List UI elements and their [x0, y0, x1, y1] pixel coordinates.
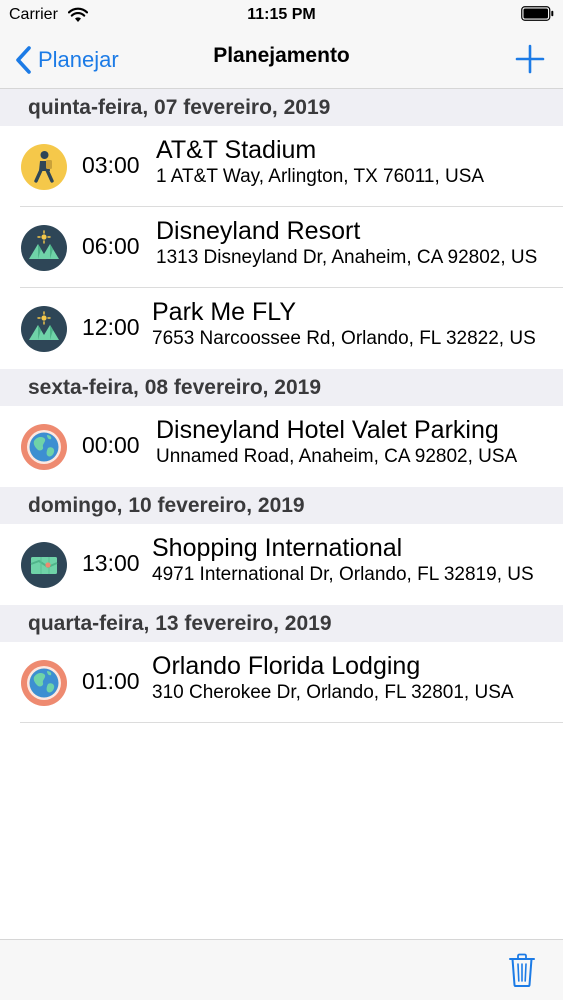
battery-icon: [521, 6, 554, 21]
navigation-bar: Planejar Planejamento: [0, 32, 563, 89]
trash-icon[interactable]: [507, 952, 537, 988]
section-header: quarta-feira, 13 fevereiro, 2019: [0, 605, 563, 642]
section-header: domingo, 10 fevereiro, 2019: [0, 487, 563, 524]
mountain-icon: [21, 225, 67, 271]
list-item[interactable]: 06:00 Disneyland Resort 1313 Disneyland …: [0, 207, 563, 288]
item-address: 1313 Disneyland Dr, Anaheim, CA 92802, U…: [156, 247, 538, 268]
item-address: 4971 International Dr, Orlando, FL 32819…: [152, 564, 534, 585]
item-time: 01:00: [82, 668, 140, 694]
globe-icon: [21, 424, 67, 470]
list-item[interactable]: 00:00 Disneyland Hotel Valet Parking Unn…: [0, 406, 563, 487]
item-title: Park Me FLY: [152, 298, 297, 326]
item-title: AT&T Stadium: [156, 136, 317, 164]
item-address: 310 Cherokee Dr, Orlando, FL 32801, USA: [152, 682, 514, 703]
globe-icon: [21, 660, 67, 706]
list-item[interactable]: 03:00 AT&T Stadium 1 AT&T Way, Arlington…: [0, 126, 563, 207]
item-address: 7653 Narcoossee Rd, Orlando, FL 32822, U…: [152, 328, 536, 349]
status-time: 11:15 PM: [247, 6, 316, 23]
item-title: Orlando Florida Lodging: [152, 652, 421, 680]
planning-list: quinta-feira, 07 fevereiro, 2019 03:00 A…: [0, 89, 563, 723]
item-time: 03:00: [82, 152, 140, 178]
list-item[interactable]: 12:00 Park Me FLY 7653 Narcoossee Rd, Or…: [0, 288, 563, 369]
add-button[interactable]: [513, 42, 547, 76]
list-item[interactable]: 01:00 Orlando Florida Lodging 310 Cherok…: [0, 642, 563, 723]
item-time: 06:00: [82, 233, 140, 259]
page-title: Planejamento: [213, 44, 350, 67]
item-address: 1 AT&T Way, Arlington, TX 76011, USA: [156, 166, 485, 187]
bottom-toolbar: [0, 939, 563, 1000]
map-icon: [21, 542, 67, 588]
section-header: sexta-feira, 08 fevereiro, 2019: [0, 369, 563, 406]
item-title: Disneyland Resort: [156, 217, 361, 245]
item-title: Shopping International: [152, 534, 403, 562]
item-time: 00:00: [82, 432, 140, 458]
row-separator: [20, 722, 563, 723]
item-time: 12:00: [82, 314, 140, 340]
section-header: quinta-feira, 07 fevereiro, 2019: [0, 89, 563, 126]
item-title: Disneyland Hotel Valet Parking: [156, 416, 499, 444]
item-time: 13:00: [82, 550, 140, 576]
item-address: Unnamed Road, Anaheim, CA 92802, USA: [156, 446, 518, 467]
hiker-icon: [21, 144, 67, 190]
status-bar: Carrier 11:15 PM: [0, 0, 563, 32]
mountain-icon: [21, 306, 67, 352]
list-item[interactable]: 13:00 Shopping International 4971 Intern…: [0, 524, 563, 605]
